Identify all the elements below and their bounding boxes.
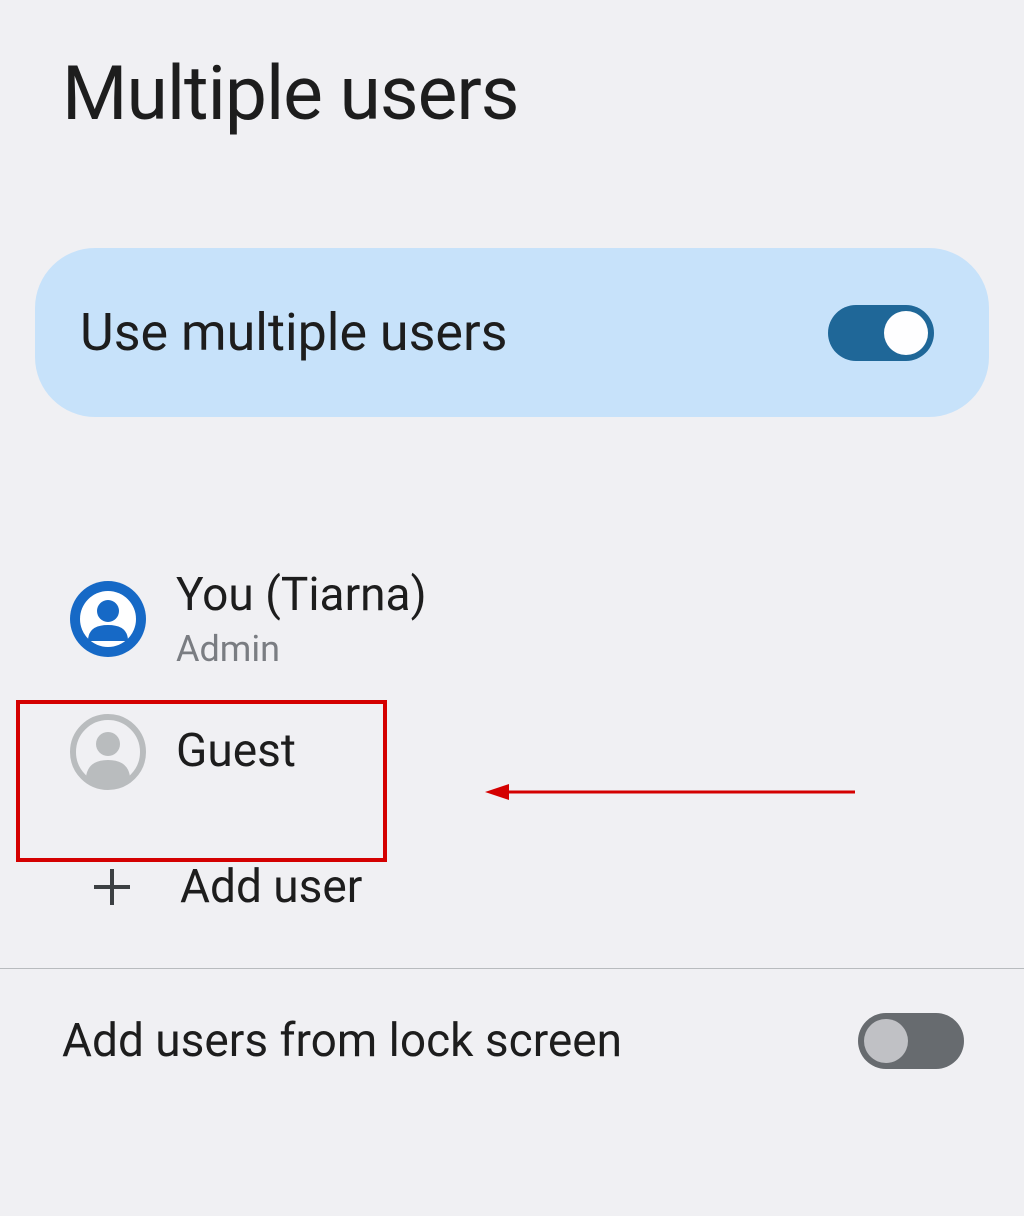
user-name: You (Tiarna): [176, 569, 427, 622]
page-title: Multiple users: [0, 0, 1024, 138]
plus-icon: [92, 867, 132, 907]
person-icon: [78, 589, 138, 649]
use-multiple-users-row[interactable]: Use multiple users: [35, 248, 989, 417]
user-text: You (Tiarna) Admin: [176, 569, 427, 670]
switch-thumb-icon: [864, 1019, 908, 1063]
user-text: Guest: [176, 725, 296, 778]
add-users-lock-screen-label: Add users from lock screen: [62, 1014, 622, 1068]
user-row-guest[interactable]: Guest: [0, 692, 1024, 812]
lock-screen-switch[interactable]: [858, 1013, 964, 1069]
user-name: Guest: [176, 725, 296, 778]
add-users-lock-screen-row[interactable]: Add users from lock screen: [0, 969, 1024, 1113]
use-multiple-users-label: Use multiple users: [80, 302, 507, 363]
switch-thumb-icon: [884, 311, 928, 355]
add-user-row[interactable]: Add user: [0, 826, 1024, 948]
user-row-you[interactable]: You (Tiarna) Admin: [0, 547, 1024, 692]
guest-avatar: [70, 714, 146, 790]
use-multiple-users-switch[interactable]: [828, 305, 934, 361]
add-user-label: Add user: [180, 860, 362, 914]
person-outline-icon: [70, 714, 146, 790]
user-subtitle: Admin: [176, 628, 427, 670]
user-avatar-primary: [70, 581, 146, 657]
user-list: You (Tiarna) Admin Guest Add user: [0, 547, 1024, 948]
